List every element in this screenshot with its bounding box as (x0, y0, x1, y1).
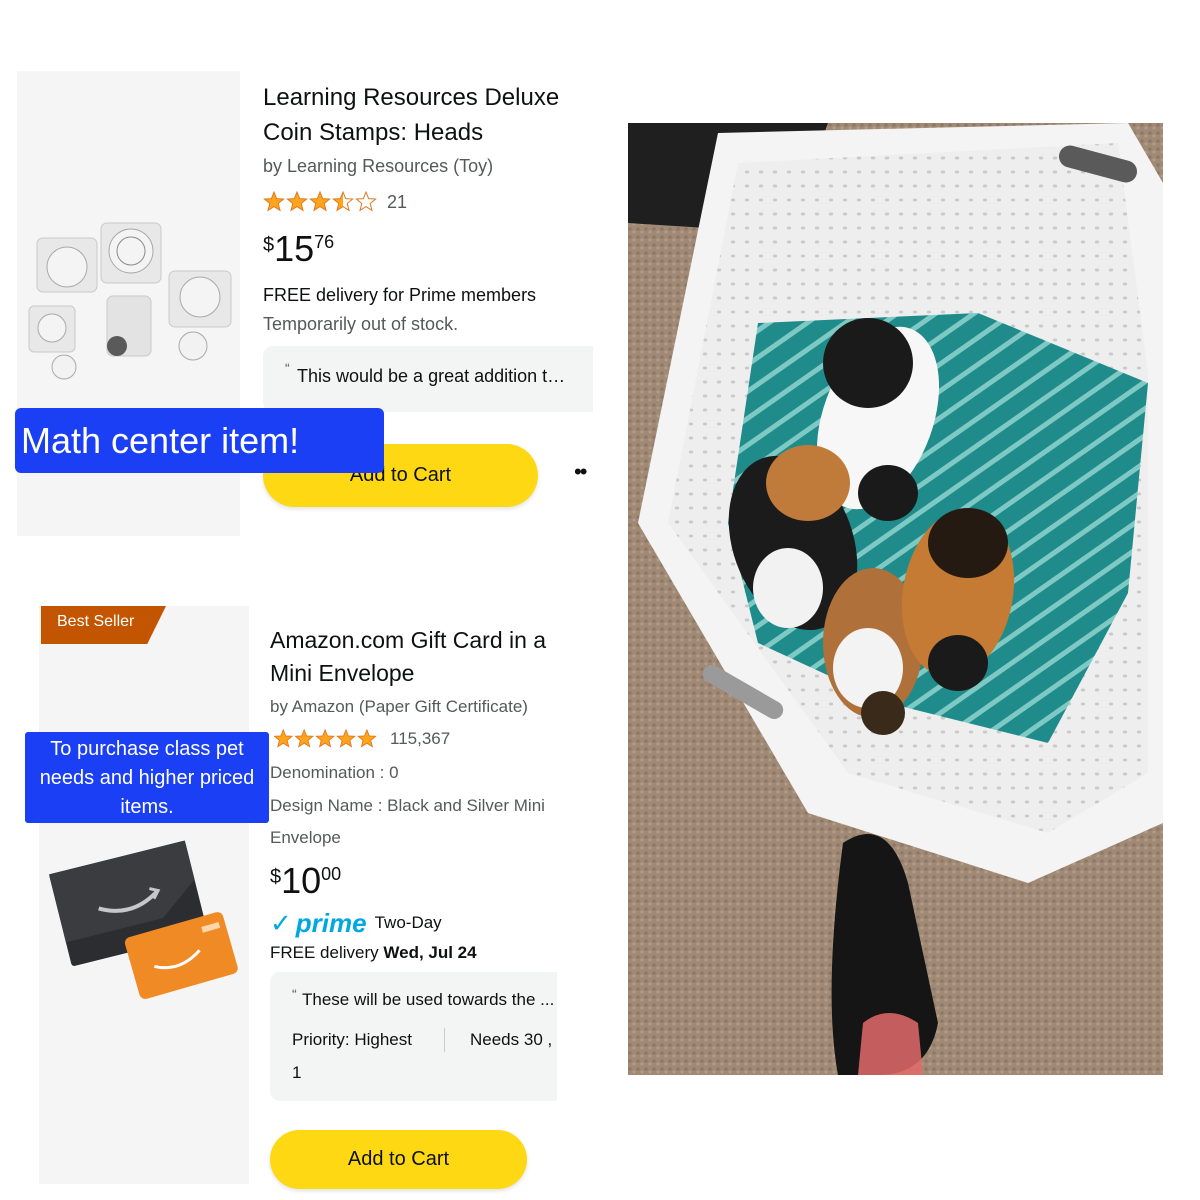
price-symbol: $ (263, 234, 275, 256)
star-rating-icon (274, 729, 377, 748)
quote-mark: “ (285, 360, 290, 376)
prime-check-icon: ✓ (270, 908, 292, 938)
quote-mark: “ (292, 986, 297, 1002)
gift-card-image[interactable] (39, 606, 249, 1184)
product-title-line2[interactable]: Coin Stamps: Heads (263, 119, 483, 146)
delivery-info: FREE delivery Wed, Jul 24 (270, 943, 477, 963)
price-fraction: 76 (314, 232, 335, 252)
price-fraction: 00 (321, 864, 342, 884)
priority-label: Priority: Highest (292, 1030, 412, 1049)
gift-card-envelope-icon (48, 840, 238, 999)
best-seller-badge: Best Seller (41, 606, 166, 644)
product-title-coin-stamps[interactable]: Learning Resources Deluxe Coin Stamps: H… (263, 80, 603, 150)
delivery-prefix: FREE delivery (270, 943, 384, 962)
guinea-pigs-photo (628, 123, 1163, 1075)
product-byline: by Learning Resources (Toy) (263, 156, 494, 176)
annotation-line2: needs and higher priced (39, 767, 255, 789)
stock-status: Temporarily out of stock. (263, 314, 459, 334)
more-options-icon[interactable]: •• (574, 461, 587, 483)
needs-label: Needs 30 , (470, 1030, 553, 1049)
product-title-line1[interactable]: Learning Resources Deluxe (263, 84, 559, 111)
denomination: Denomination : 0 (270, 763, 399, 782)
rating-row[interactable]: 21 (263, 191, 407, 213)
design-name: Design Name : Black and Silver Mini (270, 796, 545, 815)
product-title-gift-card-line1[interactable]: Amazon.com Gift Card in a (270, 624, 560, 657)
prime-badge: ✓ prime Two-Day (270, 910, 442, 936)
divider (444, 1028, 445, 1052)
needs-value: 1 (292, 1063, 302, 1082)
price-whole: 10 (281, 860, 322, 901)
prime-logo: prime (295, 908, 367, 938)
rating-count[interactable]: 21 (387, 192, 407, 213)
price: $ 10 00 (270, 860, 341, 902)
star-rating-icon (263, 191, 377, 211)
price: $ 15 76 (263, 228, 334, 270)
product-byline: by Amazon (Paper Gift Certificate) (270, 697, 528, 716)
comment-text: This would be a great addition t… (297, 366, 566, 386)
design-name-continued: Envelope (270, 828, 341, 847)
prime-speed: Two-Day (374, 913, 442, 932)
price-whole: 15 (274, 228, 315, 269)
guinea-pigs-in-laundry-basket-photo (628, 123, 1163, 1075)
annotation-class-pet: To purchase class pet needs and higher p… (25, 732, 269, 823)
price-symbol: $ (270, 866, 282, 888)
rating-count[interactable]: 115,367 (390, 729, 450, 749)
annotation-line3: items. (120, 796, 174, 818)
product-title-gift-card-line2[interactable]: Mini Envelope (270, 657, 414, 690)
delivery-date: Wed, Jul 24 (383, 943, 477, 962)
comment-box[interactable]: “ This would be a great addition t… (263, 346, 593, 412)
add-to-cart-button[interactable]: Add to Cart (270, 1130, 527, 1189)
rating-row[interactable]: 115,367 (270, 729, 450, 749)
comment-text: These will be used towards the ... (302, 990, 555, 1009)
comment-box[interactable]: “ These will be used towards the ... Pri… (270, 972, 557, 1101)
annotation-math-center: Math center item! (15, 408, 384, 473)
annotation-line1: To purchase class pet (50, 738, 244, 760)
delivery-info: FREE delivery for Prime members (263, 285, 537, 305)
